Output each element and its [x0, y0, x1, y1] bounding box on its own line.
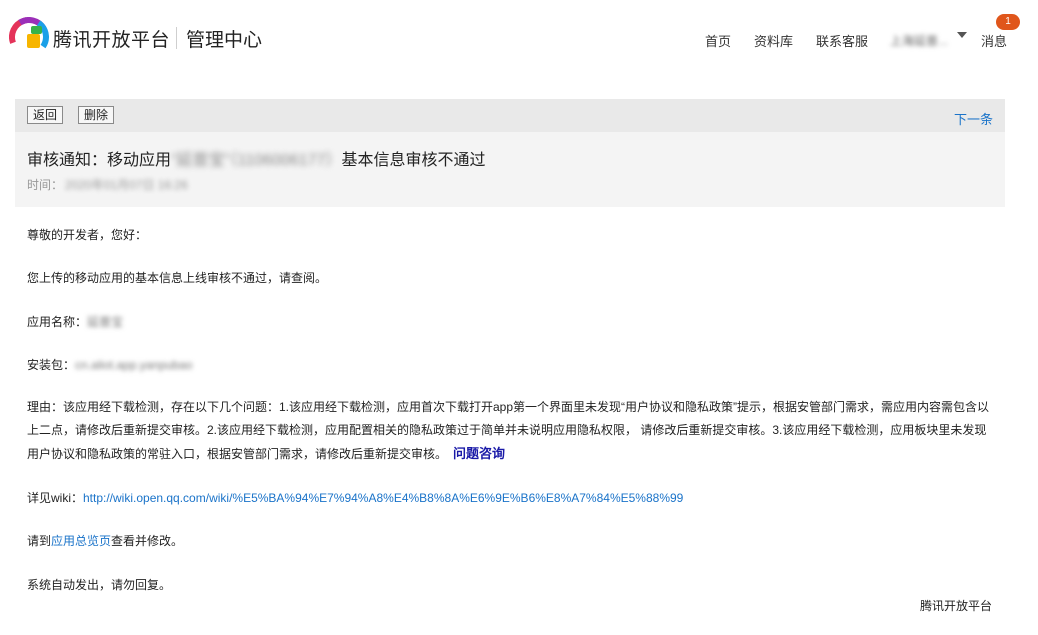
top-header: 腾讯开放平台 管理中心 首页 资料库 联系客服 上海延普... 消息 1	[0, 0, 1038, 78]
consult-link[interactable]: 问题咨询	[453, 446, 505, 461]
app-overview-link[interactable]: 应用总览页	[51, 534, 111, 548]
chevron-down-icon[interactable]	[957, 32, 967, 38]
auto-notice: 系统自动发出，请勿回复。	[27, 578, 172, 592]
nav-support[interactable]: 联系客服	[816, 31, 868, 50]
package-label: 安装包：	[27, 358, 76, 372]
package-value: cn.aliot.app.yanpubao	[75, 358, 193, 372]
brand-name[interactable]: 腾讯开放平台	[53, 25, 170, 52]
mail-toolbar: 返回 删除 下一条	[15, 99, 1005, 132]
back-button[interactable]: 返回	[27, 106, 64, 124]
delete-button[interactable]: 删除	[78, 106, 115, 124]
nav-home[interactable]: 首页	[705, 31, 731, 50]
nav-docs[interactable]: 资料库	[754, 31, 793, 50]
greeting-text: 尊敬的开发者，您好：	[27, 228, 148, 242]
console-title: 管理中心	[186, 30, 263, 51]
subject-app-id: “延普宝”（1106006177）	[171, 152, 342, 169]
wiki-label: 详见wiki：	[27, 491, 83, 505]
visit-prefix: 请到	[27, 534, 52, 548]
nav-user-account[interactable]: 上海延普...	[890, 32, 952, 49]
package-row: 安装包：cn.aliot.app.yanpubao	[27, 356, 192, 373]
next-message-link[interactable]: 下一条	[954, 109, 993, 128]
reason-paragraph: 理由：该应用经下载检测，存在以下几个问题：1.该应用经下载检测，应用首次下载打开…	[27, 396, 992, 466]
mail-header-panel: 返回 删除 下一条 审核通知：移动应用“延普宝”（1106006177）基本信息…	[15, 99, 1005, 207]
visit-suffix: 查看并修改。	[111, 534, 184, 548]
subject-prefix: 审核通知：移动应用	[27, 152, 172, 169]
mail-signature: 腾讯开放平台	[920, 599, 993, 613]
app-name-label: 应用名称：	[27, 315, 88, 329]
mail-subject: 审核通知：移动应用“延普宝”（1106006177）基本信息审核不通过	[27, 146, 486, 170]
wiki-link[interactable]: http://wiki.open.qq.com/wiki/%E5%BA%94%E…	[83, 491, 683, 505]
mail-time: 时间： 2020年01月07日 16:26	[27, 176, 188, 193]
visit-row: 请到应用总览页查看并修改。	[27, 532, 183, 549]
tencent-open-platform-logo[interactable]	[9, 16, 49, 57]
brand-divider	[176, 27, 177, 49]
time-label: 时间：	[27, 178, 64, 192]
time-value: 2020年01月07日 16:26	[65, 178, 188, 192]
reason-text: 理由：该应用经下载检测，存在以下几个问题：1.该应用经下载检测，应用首次下载打开…	[27, 400, 990, 461]
message-count-badge: 1	[996, 14, 1020, 30]
intro-text: 您上传的移动应用的基本信息上线审核不通过，请查阅。	[27, 271, 328, 285]
wiki-row: 详见wiki：http://wiki.open.qq.com/wiki/%E5%…	[27, 489, 683, 506]
subject-suffix: 基本信息审核不通过	[341, 152, 486, 169]
nav-messages[interactable]: 消息	[981, 31, 1007, 50]
app-name-row: 应用名称：延普宝	[27, 313, 123, 330]
app-name-value: 延普宝	[87, 315, 124, 329]
